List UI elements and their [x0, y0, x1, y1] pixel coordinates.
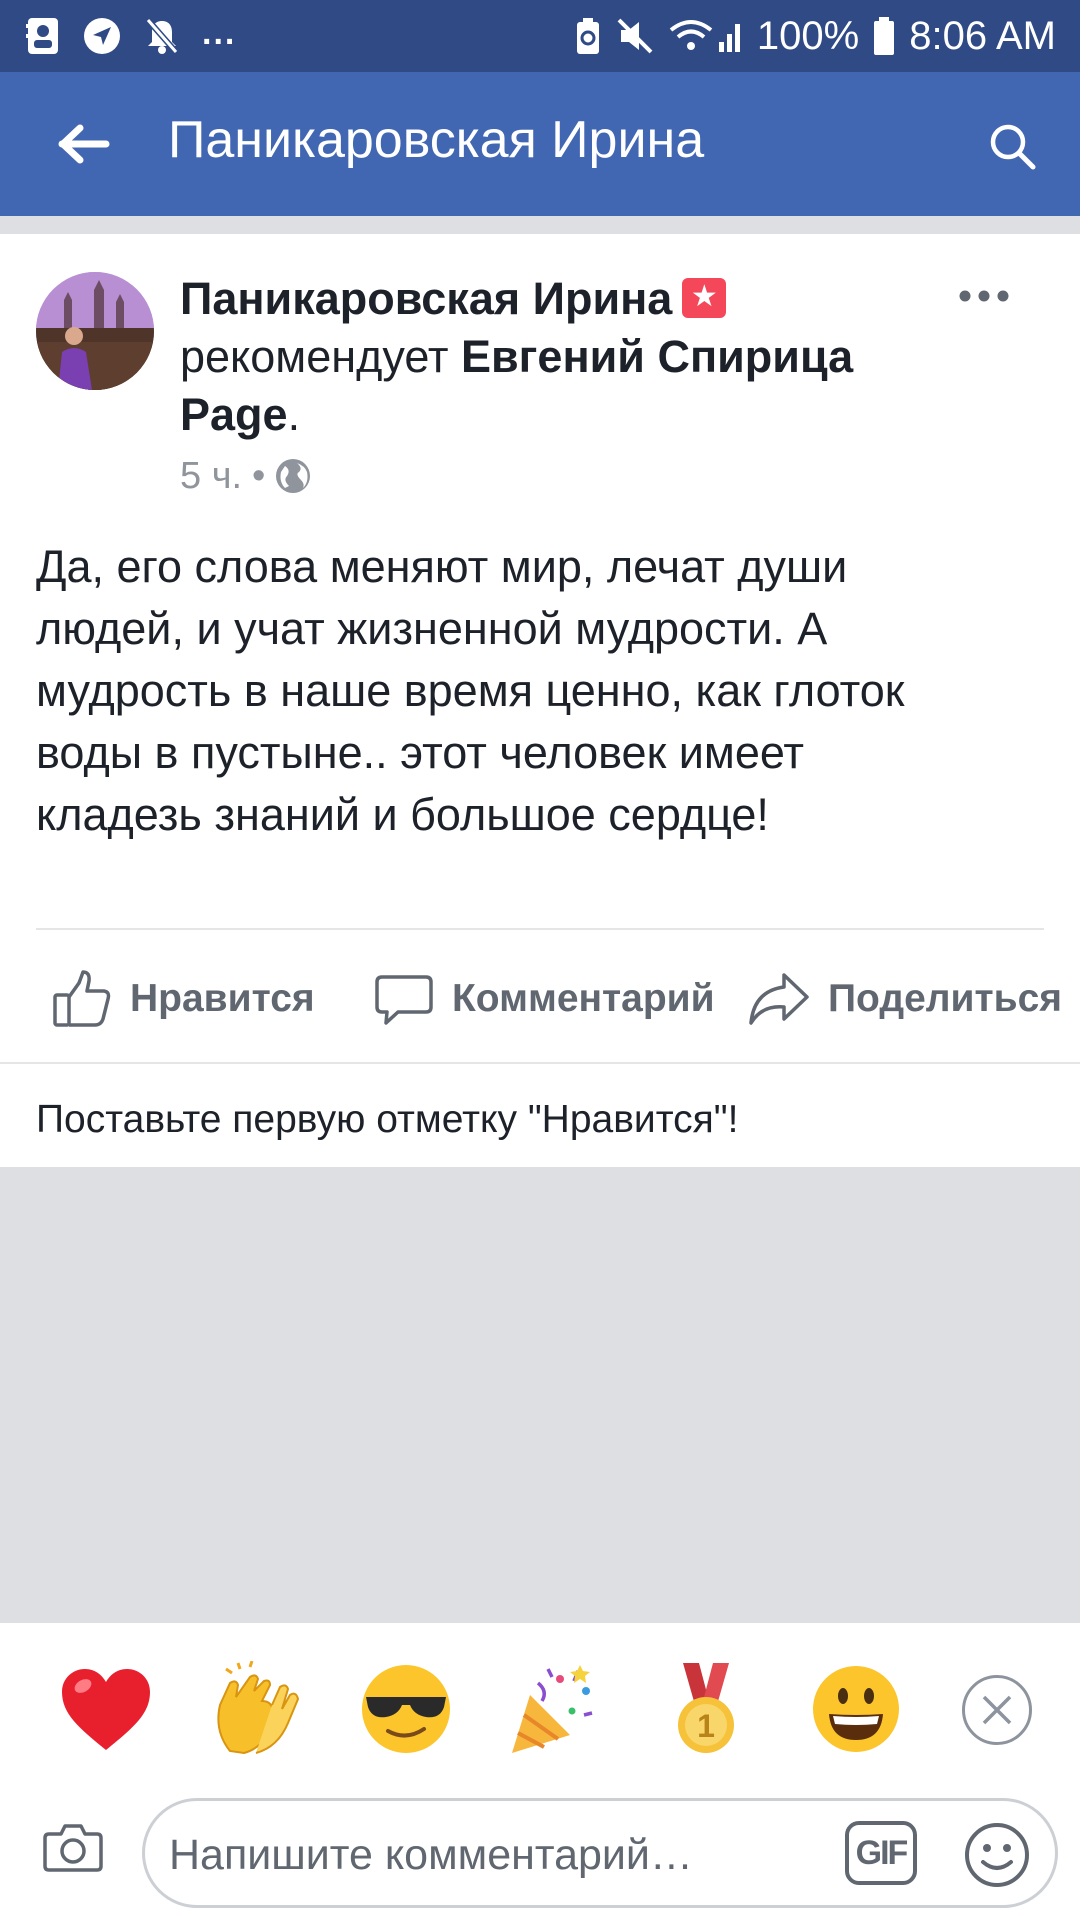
cool-face-sticker[interactable] [358, 1661, 454, 1757]
star-badge-icon: ★ [682, 278, 727, 318]
share-label: Поделиться [828, 977, 1063, 1020]
clapping-hands-icon [217, 1661, 300, 1755]
post-divider [36, 928, 1044, 930]
recommends-text: рекомендует [180, 331, 449, 382]
party-popper-icon [512, 1665, 593, 1753]
actions-divider [0, 1062, 1080, 1064]
contacts-card-icon [26, 16, 60, 56]
clapping-hands-sticker[interactable] [208, 1661, 304, 1757]
search-icon [990, 124, 1036, 170]
heart-sticker[interactable] [58, 1661, 154, 1757]
comment-placeholder: Напишите комментарий… [169, 1831, 693, 1879]
camera-icon [43, 1824, 103, 1872]
party-popper-sticker[interactable] [508, 1661, 604, 1757]
header-period: . [287, 389, 301, 440]
post-header: Паникаровская Ирина ★ рекомендует Евгений… [180, 270, 900, 444]
empty-comments-area [0, 1167, 1080, 1623]
author-avatar[interactable] [36, 272, 154, 390]
post-options-button[interactable] [944, 276, 1024, 316]
clock: 8:06 AM [909, 13, 1056, 58]
app-header: Паникаровская Ирина [0, 72, 1080, 216]
comment-button[interactable]: Комментарий [374, 960, 715, 1038]
navigation-arrow-icon [82, 16, 122, 56]
badge-glyph: ★ [690, 280, 718, 313]
search-button[interactable] [980, 114, 1044, 178]
page-title: Паникаровская Ирина [168, 111, 705, 169]
close-stickers-button[interactable] [962, 1675, 1032, 1745]
first-like-prompt: Поставьте первую отметку "Нравится"! [36, 1098, 739, 1141]
like-button[interactable]: Нравится [52, 960, 315, 1038]
status-bar-system: 100% 8:06 AM [575, 12, 1056, 60]
avatar-photo [36, 272, 154, 390]
comment-bubble-icon [375, 975, 433, 1025]
svg-text:1: 1 [697, 1708, 715, 1744]
back-button[interactable] [48, 116, 120, 172]
post-text: Да, его слова меняют мир, лечат души люд… [36, 541, 905, 840]
first-place-medal-icon: 1 [678, 1663, 734, 1753]
thumbs-up-icon [53, 970, 111, 1027]
emoji-button[interactable] [963, 1821, 1031, 1889]
heart-icon [62, 1669, 150, 1750]
more-dots-icon [959, 290, 1009, 302]
like-label: Нравится [130, 977, 315, 1020]
globe-icon [276, 459, 311, 493]
comment-label: Комментарий [452, 977, 715, 1020]
meta-separator: • [252, 454, 266, 497]
comment-input[interactable]: Напишите комментарий… GIF [142, 1798, 1058, 1908]
comment-composer: Напишите комментарий… GIF [0, 1793, 1080, 1920]
more-notifications: ... [202, 13, 237, 52]
status-bar: ... 100% 8:06 AM [0, 0, 1080, 72]
smiley-icon [965, 1823, 1029, 1887]
share-arrow-icon [749, 973, 809, 1025]
mute-icon [615, 16, 655, 56]
sticker-suggestions: 1 [0, 1623, 1080, 1793]
status-bar-notifications: ... [26, 12, 236, 60]
post-actions: Нравится Комментарий Поделиться [0, 960, 1080, 1038]
battery-saver-icon [575, 16, 601, 56]
gif-button[interactable]: GIF [845, 1821, 917, 1885]
share-button[interactable]: Поделиться [748, 960, 1062, 1038]
cool-face-icon [362, 1665, 450, 1753]
grinning-face-icon [813, 1666, 899, 1752]
section-divider [0, 216, 1080, 234]
camera-button[interactable] [38, 1817, 108, 1879]
wifi-signal-icon [669, 16, 743, 56]
medal-sticker[interactable]: 1 [658, 1661, 754, 1757]
battery-icon [873, 16, 895, 56]
back-arrow-icon [58, 124, 110, 164]
grinning-face-sticker[interactable] [808, 1661, 904, 1757]
close-icon [982, 1695, 1012, 1725]
muted-bell-icon [144, 16, 180, 56]
post-author-name[interactable]: Паникаровская Ирина [180, 273, 672, 324]
post-meta: 5 ч. • [180, 452, 311, 500]
post-timestamp[interactable]: 5 ч. [180, 455, 242, 498]
battery-percent: 100% [756, 13, 860, 58]
